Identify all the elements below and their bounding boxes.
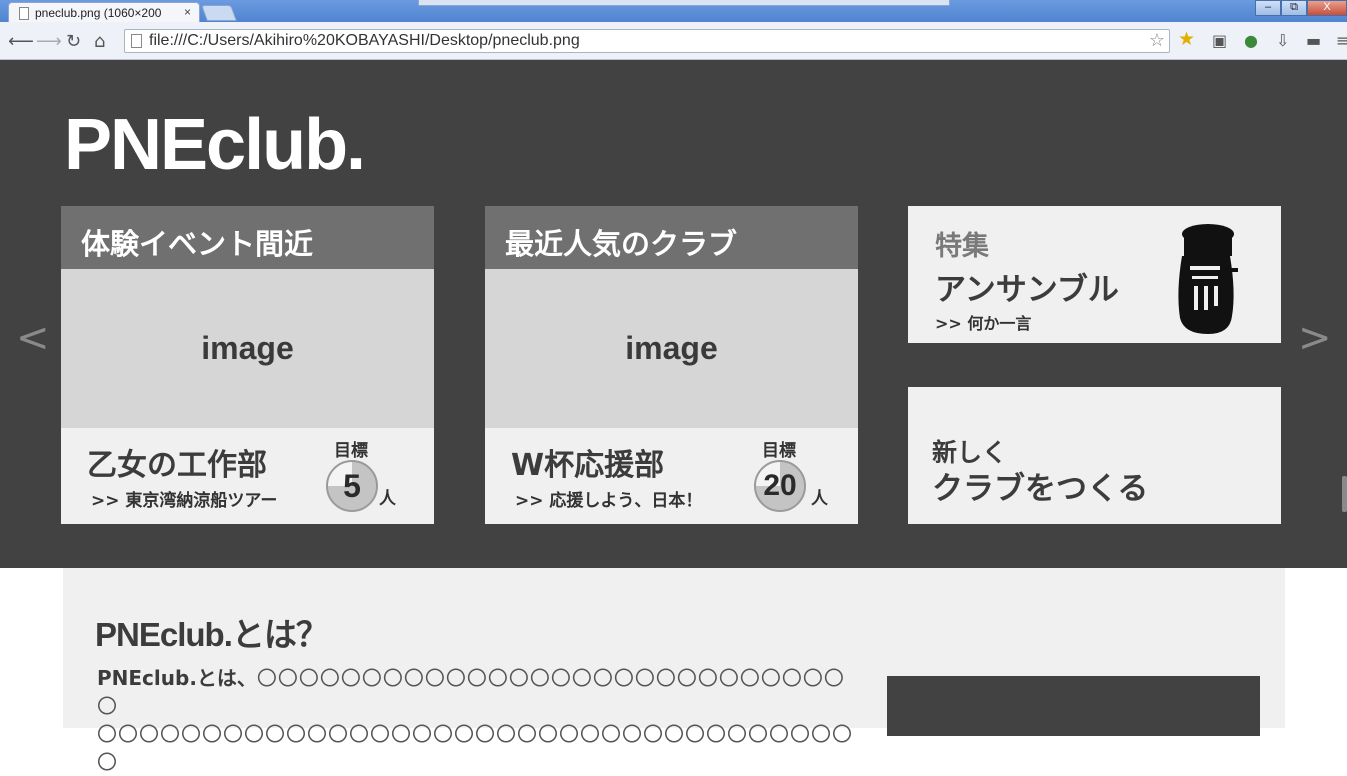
extension-green-icon[interactable]: ● xyxy=(1244,31,1258,50)
club-name: 乙女の工作部 xyxy=(87,448,267,483)
card-image-placeholder: image xyxy=(61,269,434,428)
about-lead: PNEclub.とは、 xyxy=(97,666,257,690)
goal-label: 目標 xyxy=(334,441,368,461)
about-title: PNEclub.とは？ xyxy=(95,616,329,653)
scrollbar-thumb[interactable] xyxy=(1342,476,1347,512)
hero-section: PNEclub. < > 体験イベント間近 image 乙女の工作部 >> 東京… xyxy=(0,60,1347,568)
address-url[interactable]: file:///C:/Users/Akihiro%20KOBAYASHI/Des… xyxy=(149,32,580,50)
page-icon xyxy=(131,34,142,48)
about-text: PNEclub.とは、〇〇〇〇〇〇〇〇〇〇〇〇〇〇〇〇〇〇〇〇〇〇〇〇〇〇〇〇〇… xyxy=(97,664,857,776)
site-logo[interactable]: PNEclub. xyxy=(64,104,366,186)
browser-toolbar: ⟵ ⟶ ↻ ⌂ file:///C:/Users/Akihiro%20KOBAY… xyxy=(0,22,1347,60)
browser-tab[interactable]: pneclub.png (1060×200 × xyxy=(8,2,200,22)
create-club-text: 新しく クラブをつくる xyxy=(932,435,1148,507)
prev-arrow-icon[interactable]: < xyxy=(16,318,50,358)
card-heading: 体験イベント間近 xyxy=(61,206,434,269)
goal-progress-circle: 5 xyxy=(326,460,378,512)
tab-close-button[interactable]: × xyxy=(184,5,191,19)
restore-button[interactable]: ⧉ xyxy=(1281,0,1307,16)
event-card[interactable]: 体験イベント間近 image 乙女の工作部 >> 東京湾納涼船ツアー 目標 5 … xyxy=(61,206,434,524)
window-controls: ‒ ⧉ X xyxy=(1255,0,1347,16)
popular-club-card[interactable]: 最近人気のクラブ image W杯応援部 >> 応援しよう、日本！ 目標 20 … xyxy=(485,206,858,524)
background-window-strip xyxy=(418,0,950,6)
about-placeholder-line-2: 〇〇〇〇〇〇〇〇〇〇〇〇〇〇〇〇〇〇〇〇〇〇〇〇〇〇〇〇〇〇〇〇〇〇〇〇〇 xyxy=(97,722,853,774)
address-bar[interactable]: file:///C:/Users/Akihiro%20KOBAYASHI/Des… xyxy=(124,29,1170,53)
card-image-placeholder: image xyxy=(485,269,858,428)
menu-icon[interactable]: ≡ xyxy=(1336,31,1347,50)
close-window-button[interactable]: X xyxy=(1307,0,1347,16)
about-image-block xyxy=(887,676,1260,736)
goal-unit: 人 xyxy=(811,489,828,509)
minimize-button[interactable]: ‒ xyxy=(1255,0,1281,16)
document-icon xyxy=(19,7,29,20)
about-section: PNEclub.とは？ PNEclub.とは、〇〇〇〇〇〇〇〇〇〇〇〇〇〇〇〇〇… xyxy=(63,568,1285,774)
download-icon[interactable]: ⇩ xyxy=(1276,31,1289,50)
create-club-card[interactable]: 新しく クラブをつくる xyxy=(908,387,1281,524)
card-heading: 最近人気のクラブ xyxy=(485,206,858,269)
card-body: W杯応援部 >> 応援しよう、日本！ 目標 20 人 xyxy=(485,428,858,524)
create-line-1: 新しく xyxy=(932,438,1008,467)
extension-translate-icon[interactable]: ▣ xyxy=(1212,31,1227,50)
feature-title: アンサンブル xyxy=(935,272,1119,308)
card-body: 乙女の工作部 >> 東京湾納涼船ツアー 目標 5 人 xyxy=(61,428,434,524)
bookmark-star-icon[interactable]: ☆ xyxy=(1149,30,1165,51)
club-name: W杯応援部 xyxy=(511,448,665,483)
home-icon[interactable]: ⌂ xyxy=(94,31,105,52)
feature-card[interactable]: 特集 アンサンブル >> 何か一言 xyxy=(908,206,1281,343)
tab-strip: pneclub.png (1060×200 × ‒ ⧉ X xyxy=(0,0,1347,22)
bookmarks-star-icon[interactable]: ★ xyxy=(1178,28,1195,50)
feature-tag: 特集 xyxy=(935,231,989,262)
goal-progress-circle: 20 xyxy=(754,460,806,512)
goal-unit: 人 xyxy=(379,489,396,509)
tuba-icon xyxy=(1178,224,1238,334)
tab-title: pneclub.png (1060×200 xyxy=(35,6,162,20)
goal-label: 目標 xyxy=(762,441,796,461)
next-arrow-icon[interactable]: > xyxy=(1298,318,1332,358)
new-tab-button[interactable] xyxy=(201,5,237,21)
club-subtitle: >> 応援しよう、日本！ xyxy=(515,491,703,511)
forward-arrow-icon[interactable]: ⟶ xyxy=(36,31,62,52)
terminal-icon[interactable]: ▬ xyxy=(1306,31,1321,50)
create-line-2: クラブをつくる xyxy=(932,471,1149,507)
reload-icon[interactable]: ↻ xyxy=(66,31,81,52)
club-subtitle: >> 東京湾納涼船ツアー xyxy=(91,491,278,511)
back-arrow-icon[interactable]: ⟵ xyxy=(8,31,34,52)
feature-subtitle: >> 何か一言 xyxy=(935,314,1032,333)
